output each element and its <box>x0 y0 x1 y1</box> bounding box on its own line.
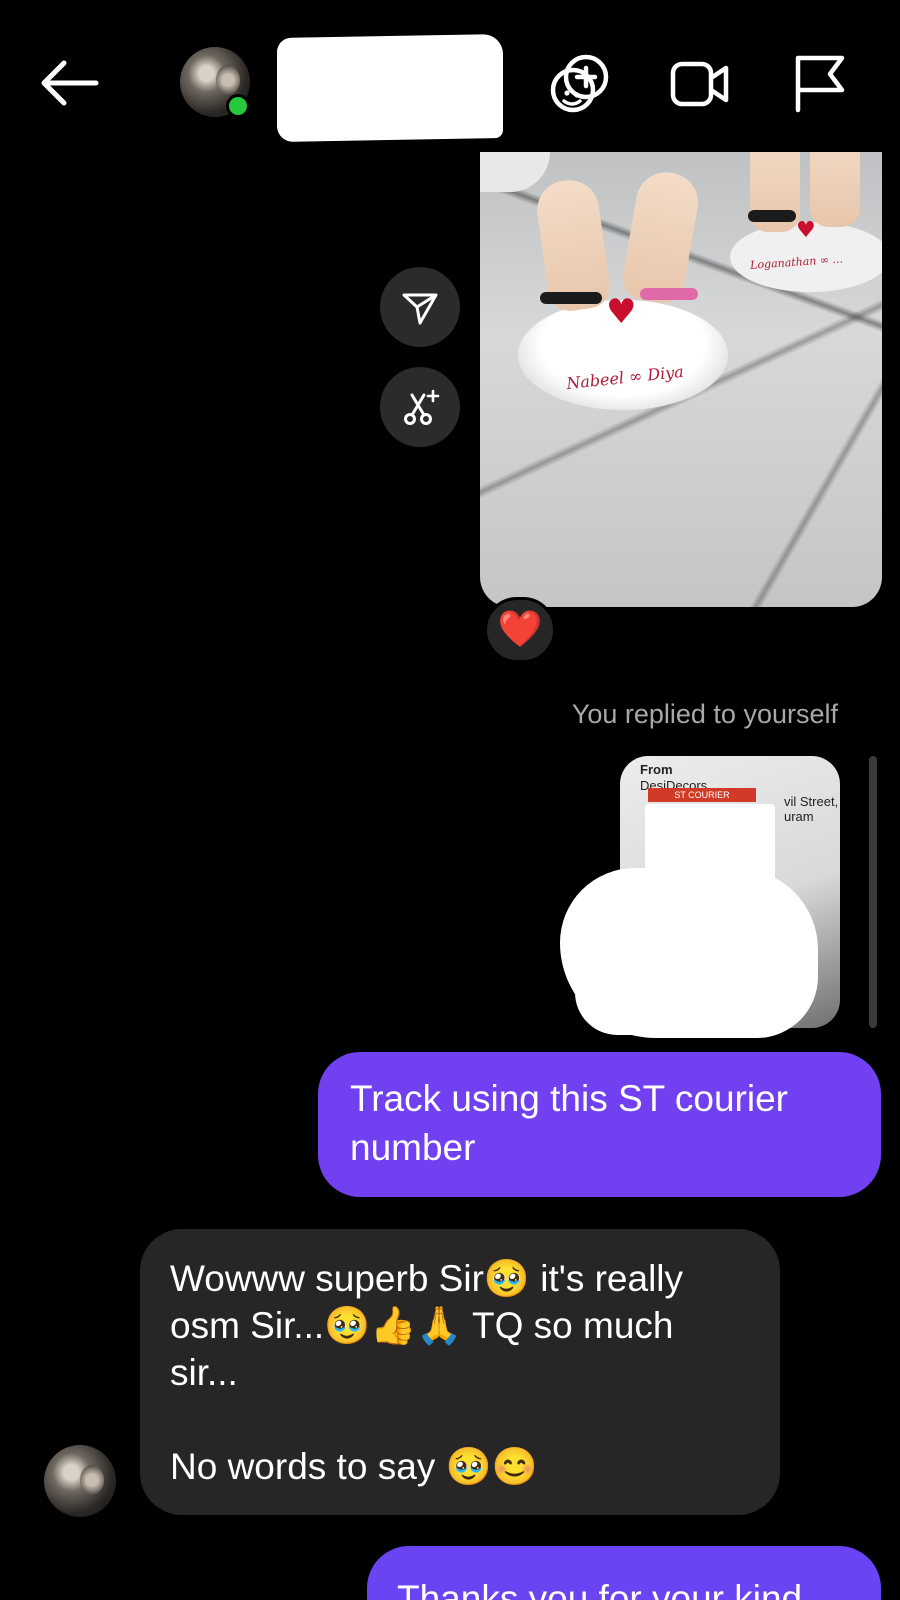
incoming-message[interactable]: Wowww superb Sir🥹 it's really osm Sir...… <box>140 1229 780 1515</box>
redacted-username[interactable] <box>277 34 503 142</box>
photo-band <box>748 210 796 222</box>
courier-label: ST COURIER <box>648 788 756 802</box>
ai-edit-icon <box>404 389 440 425</box>
online-status-dot <box>226 94 250 118</box>
heart-reaction[interactable]: ❤️ <box>484 597 556 663</box>
chat-header <box>0 0 900 150</box>
courier-address: vil Street, uram <box>784 794 839 824</box>
video-call-icon[interactable] <box>668 52 732 116</box>
outgoing-message[interactable]: Thanks you for your kind <box>367 1546 881 1600</box>
redaction-blob <box>575 950 785 1035</box>
photo-heart: ♥ <box>606 292 637 332</box>
flag-icon[interactable] <box>788 52 852 116</box>
scrollbar[interactable] <box>869 756 877 1028</box>
shared-photo[interactable]: ♥ Loganathan ∞ ... ♥ Nabeel ∞ Diya <box>480 152 882 607</box>
photo-background-stand <box>480 152 550 192</box>
sender-avatar[interactable] <box>44 1445 116 1517</box>
photo-hand <box>619 167 703 307</box>
add-effect-icon[interactable] <box>548 52 612 116</box>
photo-hand <box>810 152 860 227</box>
outgoing-message[interactable]: Track using this ST courier number <box>318 1052 881 1197</box>
ai-edit-button[interactable] <box>380 367 460 447</box>
photo-band <box>640 288 698 300</box>
share-button[interactable] <box>380 267 460 347</box>
photo-heart: ♥ <box>796 218 816 243</box>
share-icon <box>402 293 438 325</box>
arrow-left-icon[interactable] <box>38 58 100 108</box>
reply-note: You replied to yourself <box>571 699 838 729</box>
courier-from-label: From <box>640 762 673 777</box>
photo-band <box>540 292 602 304</box>
